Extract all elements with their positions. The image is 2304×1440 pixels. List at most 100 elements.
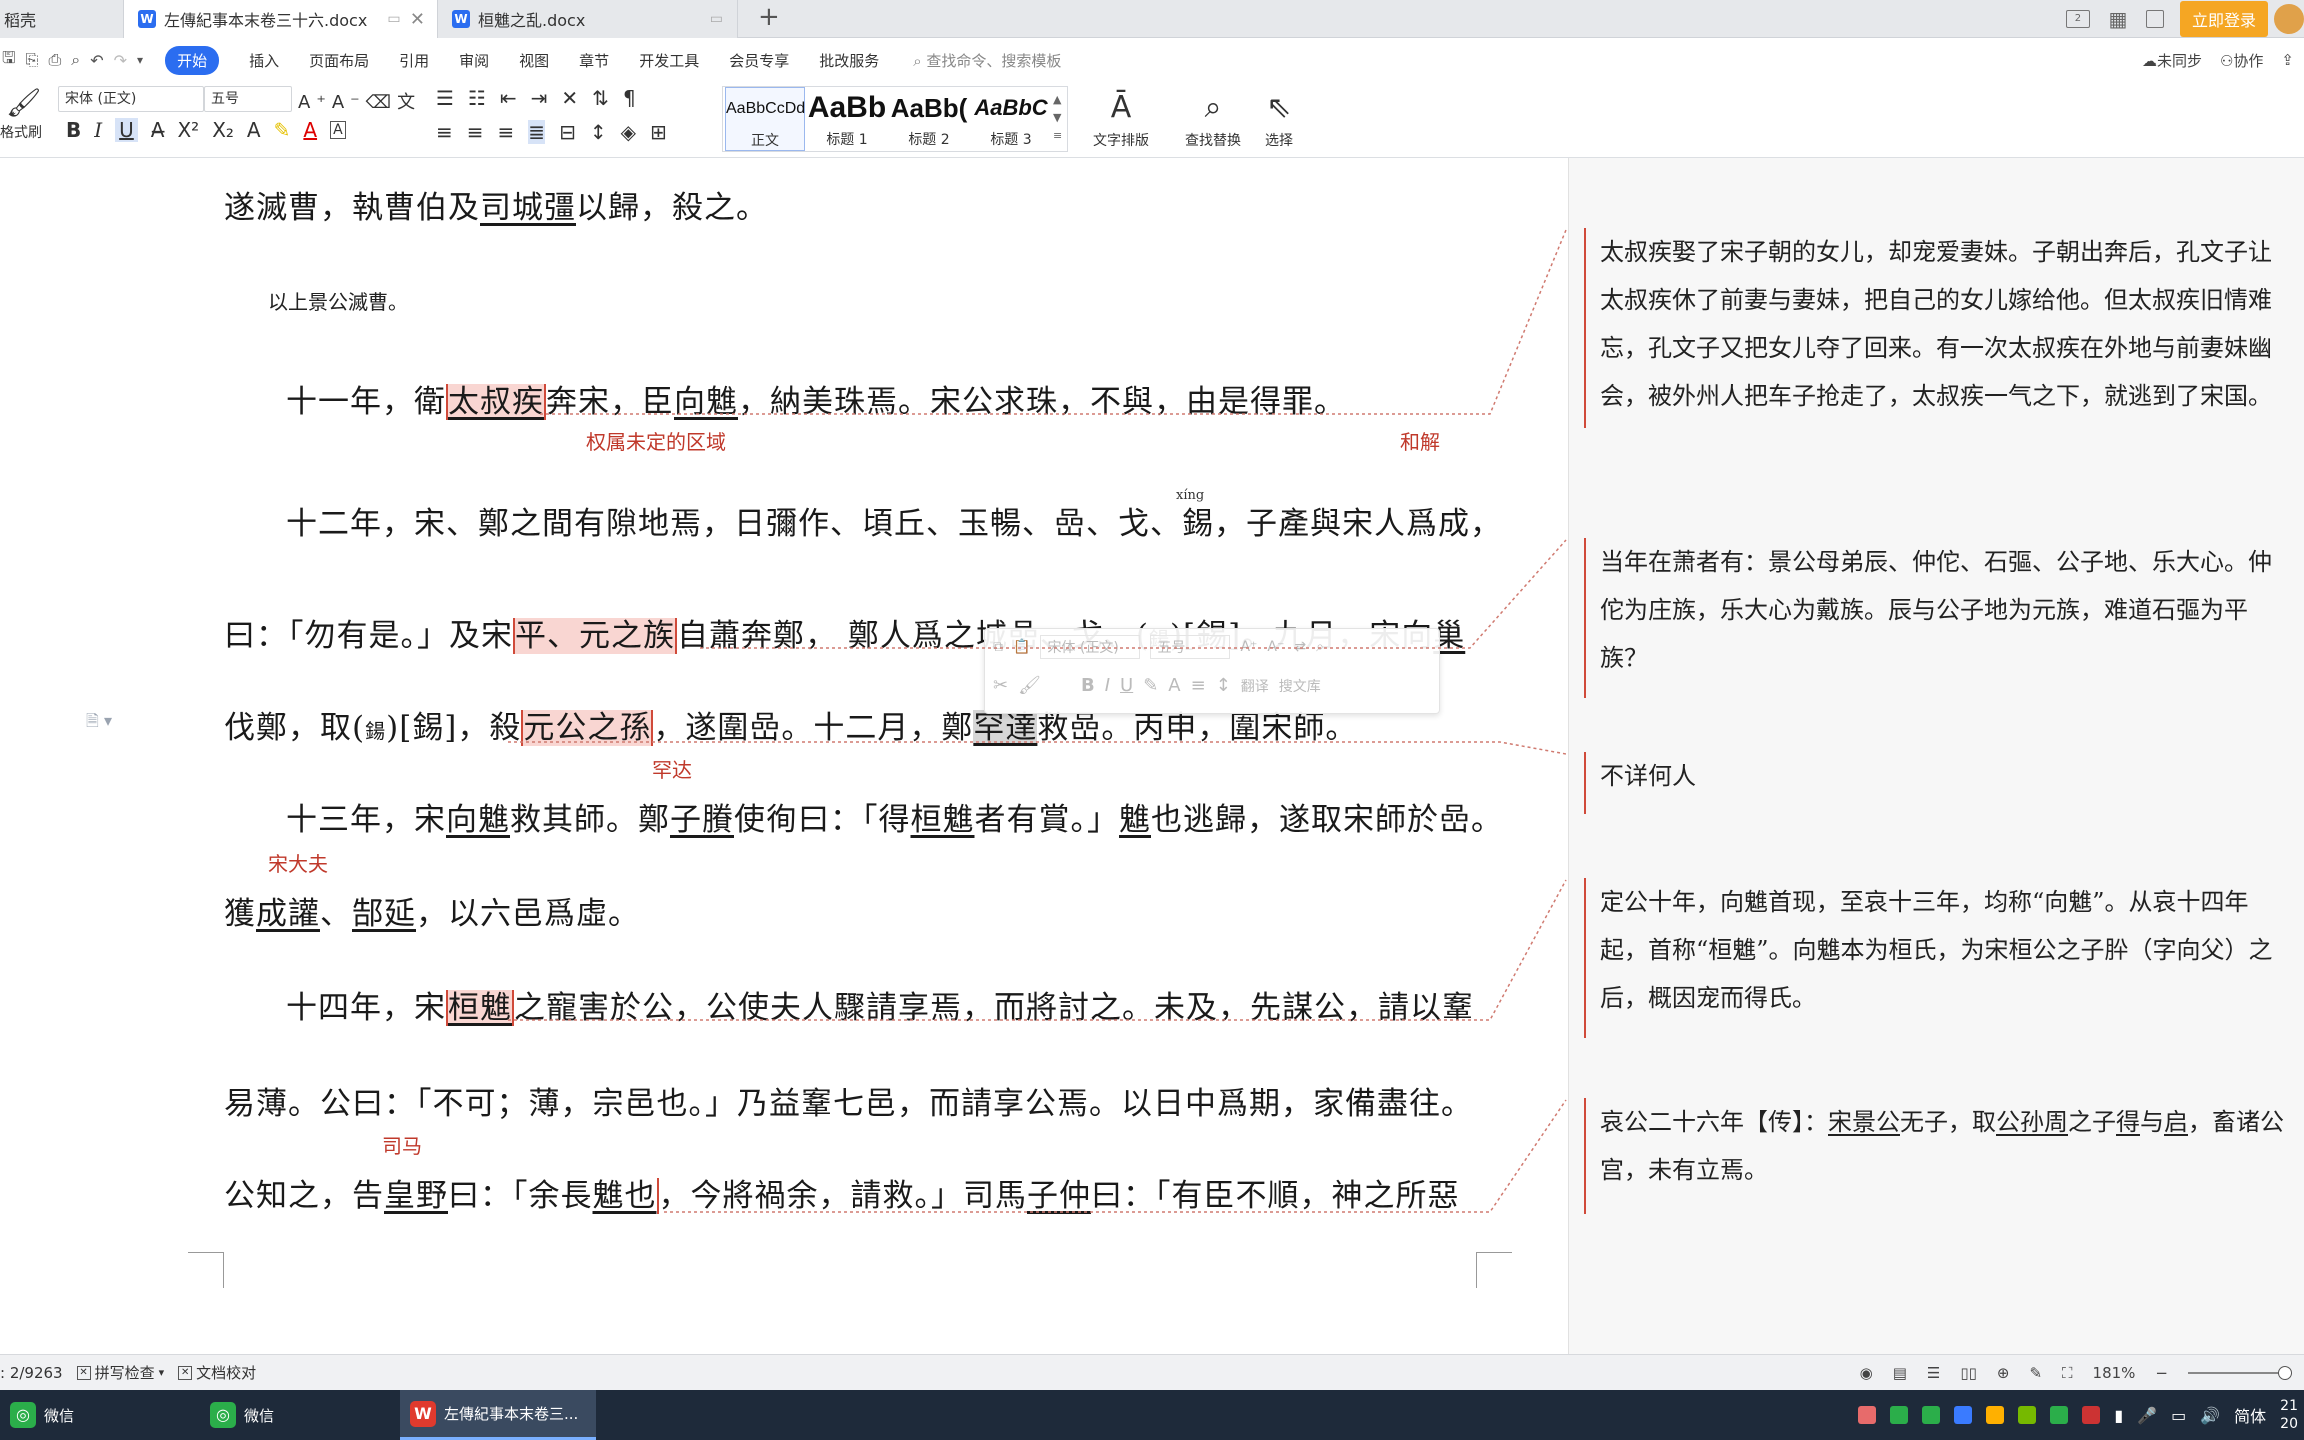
taskbar-wps[interactable]: W 左傳紀事本末卷三... — [400, 1390, 596, 1440]
menu-insert[interactable]: 插入 — [249, 50, 279, 71]
microphone-icon[interactable]: 🎤 — [2137, 1406, 2157, 1425]
document-page[interactable]: 遂滅曹，執曹伯及司城彊以歸，殺之。 以上景公滅曹。 十一年，衛太叔疾奔宋，臣向魋… — [0, 158, 1568, 1354]
mini-italic-icon[interactable]: I — [1105, 675, 1110, 696]
mini-format-painter-icon[interactable]: 🖌 — [1018, 675, 1041, 696]
phonetic-icon[interactable]: 文 — [397, 92, 421, 113]
mini-grow-font-icon[interactable]: A⁺ — [1240, 639, 1257, 655]
commented-text[interactable]: 桓魋 — [446, 990, 514, 1026]
web-view-icon[interactable]: ⊕ — [1997, 1364, 2010, 1382]
mini-search-lib-label[interactable]: 搜文库 — [1279, 676, 1321, 696]
document-icon[interactable]: 🗎 ▾ — [86, 710, 112, 737]
fit-page-icon[interactable]: ⛶ — [2062, 1364, 2073, 1382]
comment-card-5[interactable]: 哀公二十六年【传】：宋景公无子，取公孙周之子得与启，畜诸公宫，未有立焉。 — [1584, 1098, 2284, 1214]
apps-grid-icon[interactable]: ▦ — [2106, 9, 2130, 29]
menu-page-layout[interactable]: 页面布局 — [309, 50, 369, 71]
mini-shrink-font-icon[interactable]: A⁻ — [1267, 639, 1284, 655]
align-left-icon[interactable]: ≡ — [436, 120, 453, 144]
spell-check-toggle[interactable]: ✕ 拼写检查 ▾ — [76, 1362, 164, 1383]
menu-member[interactable]: 会员专享 — [729, 50, 789, 71]
tab-home[interactable]: 稻壳 — [0, 0, 124, 38]
page-view-icon[interactable]: ▤ — [1893, 1364, 1907, 1382]
print-preview-icon[interactable]: ⌕ — [71, 50, 80, 70]
mini-spacing-icon[interactable]: ↕ — [1216, 675, 1231, 696]
doc-line-10[interactable]: 公知之，告皇野曰：「余長魋也，今將禍余，請救。」司馬子仲曰：「有臣不順，神之所惡 — [224, 1170, 1460, 1215]
doc-line-9[interactable]: 易薄。公曰：「不可；薄，宗邑也。」乃益鞌七邑，而請享公焉。以日中爲期，家備盡往。 — [224, 1078, 1473, 1123]
tray-app-icon[interactable] — [2082, 1406, 2101, 1424]
section-note[interactable]: 以上景公滅曹。 — [268, 286, 408, 315]
tray-app-icon[interactable] — [1954, 1406, 1973, 1424]
usb-icon[interactable]: ▮ — [2114, 1406, 2123, 1425]
collab-button[interactable]: ⚇协作 — [2220, 50, 2263, 71]
comment-card-3[interactable]: 不详何人 — [1584, 752, 2284, 814]
sync-status[interactable]: ☁未同步 — [2142, 50, 2202, 71]
share-icon[interactable]: ⇪ — [2281, 51, 2294, 69]
mini-align-icon[interactable]: ≡ — [1191, 675, 1206, 696]
commented-text[interactable]: 太叔疾 — [446, 384, 546, 420]
zoom-level[interactable]: 181% — [2093, 1364, 2136, 1382]
show-marks-icon[interactable]: ¶ — [623, 86, 636, 110]
subscript-icon[interactable]: X₂ — [212, 118, 234, 142]
eye-protection-icon[interactable]: ◉ — [1860, 1364, 1873, 1382]
select-button[interactable]: ⇖ 选择 — [1254, 86, 1304, 150]
menu-review[interactable]: 审阅 — [459, 50, 489, 71]
mini-translate-label[interactable]: 翻译 — [1241, 676, 1269, 696]
mini-translate-icon[interactable]: ⇄ — [1294, 639, 1306, 655]
underline-icon[interactable]: U — [115, 118, 138, 142]
font-size-buttons[interactable]: A⁺A⁻⌫文 — [298, 88, 421, 114]
reading-view-icon[interactable]: ▯▯ — [1960, 1364, 1977, 1382]
mini-search-lib-icon[interactable]: ⌕ — [1316, 639, 1324, 655]
ime-indicator[interactable]: 简体 — [2234, 1403, 2266, 1427]
close-tab-icon[interactable]: ✕ — [410, 9, 425, 30]
menu-correction[interactable]: 批改服务 — [819, 50, 879, 71]
text-layout-button[interactable]: Ā 文字排版 — [1082, 86, 1160, 150]
commented-text[interactable]: 元公之孫 — [521, 710, 654, 746]
menu-chapter[interactable]: 章节 — [579, 50, 609, 71]
bullet-list-icon[interactable]: ☰ — [436, 86, 454, 110]
mini-font-color-icon[interactable]: A — [1168, 675, 1180, 696]
customize-chevron-icon[interactable]: ▾ — [137, 53, 143, 67]
highlight-icon[interactable]: ✎ — [274, 118, 291, 142]
chinese-layout-icon[interactable]: ✕ — [561, 86, 578, 110]
format-painter-icon[interactable]: 🖌 — [6, 86, 42, 119]
tray-nvidia-icon[interactable] — [2018, 1406, 2037, 1424]
tab-document-active[interactable]: W 左傳紀事本末卷三十六.docx ▭ ✕ — [124, 0, 438, 38]
mini-bold-icon[interactable]: B — [1081, 675, 1095, 696]
outline-view-icon[interactable]: ☰ — [1927, 1364, 1940, 1382]
increase-indent-icon[interactable]: ⇥ — [531, 86, 548, 110]
zoom-out-icon[interactable]: − — [2155, 1364, 2168, 1382]
layout-switch-icon[interactable]: 2 — [2065, 10, 2090, 28]
volume-icon[interactable]: 🔊 — [2200, 1406, 2220, 1425]
zoom-slider[interactable] — [2188, 1366, 2292, 1380]
style-scroll[interactable]: ▲ ▼ ≡ — [1053, 91, 1062, 145]
mini-underline-icon[interactable]: U — [1120, 675, 1133, 696]
style-heading3[interactable]: AaBbC 标题 3 — [971, 87, 1051, 151]
font-size-select[interactable]: 五号 — [204, 86, 292, 112]
clock[interactable]: 21 20 — [2280, 1397, 2298, 1433]
doc-proof-button[interactable]: ✕ 文档校对 — [178, 1362, 256, 1383]
tray-app-icon[interactable] — [2050, 1406, 2069, 1424]
command-search[interactable]: ⌕ 查找命令、搜索模板 — [913, 50, 1061, 71]
paste-icon[interactable]: 📋 — [1013, 639, 1030, 655]
clear-format-icon[interactable]: ⌫ — [366, 92, 397, 113]
mini-highlight-icon[interactable]: ✎ — [1143, 675, 1158, 696]
network-icon[interactable]: ▭ — [2171, 1406, 2186, 1425]
grow-font-icon[interactable]: A⁺ — [298, 92, 332, 113]
italic-icon[interactable]: I — [94, 118, 102, 142]
redo-icon[interactable]: ↷ — [114, 51, 127, 70]
font-color-icon[interactable]: A — [303, 118, 317, 142]
text-effect-icon[interactable]: A — [247, 118, 261, 142]
distribute-icon[interactable]: ⊟ — [559, 120, 576, 144]
word-count[interactable]: : 2/9263 — [0, 1364, 63, 1382]
doc-line-6[interactable]: 十三年，宋向魋救其師。鄭子賸使徇曰：「得桓魋者有賞。」魋也逃歸，遂取宋師於嵒。 — [286, 794, 1503, 839]
shading-icon[interactable]: ◈ — [621, 120, 636, 144]
print-icon[interactable]: ⎙ — [48, 50, 61, 70]
window-icon[interactable] — [2145, 10, 2164, 28]
strikethrough-icon[interactable]: A̶ — [151, 118, 165, 142]
doc-line-7[interactable]: 獲成讙、郜延，以六邑爲虛。 — [224, 888, 640, 933]
doc-line-2[interactable]: 十一年，衛太叔疾奔宋，臣向魋，納美珠焉。宋公求珠，不與，由是得罪。 — [286, 376, 1346, 421]
taskbar-wechat-2[interactable]: ◎ 微信 — [200, 1390, 396, 1440]
shrink-font-icon[interactable]: A⁻ — [332, 92, 366, 113]
style-normal[interactable]: AaBbCcDd 正文 — [725, 87, 805, 151]
login-button[interactable]: 立即登录 — [2179, 1, 2268, 37]
menu-references[interactable]: 引用 — [399, 50, 429, 71]
